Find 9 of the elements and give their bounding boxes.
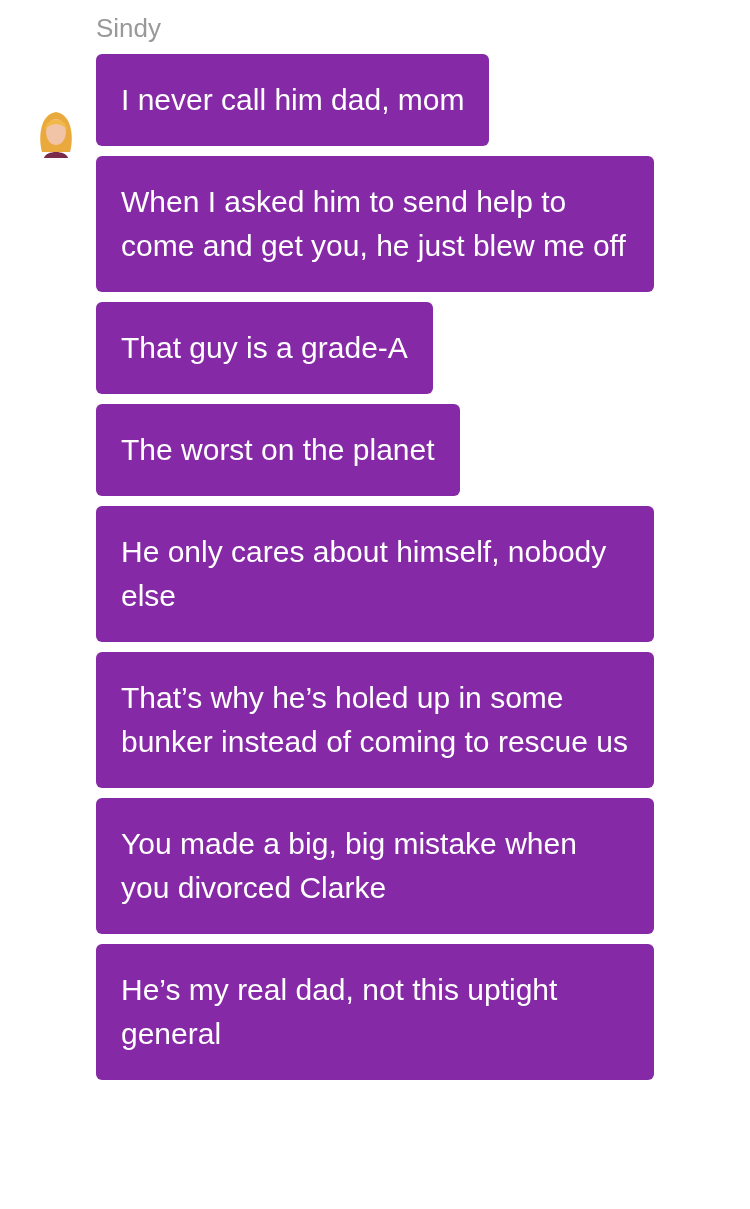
message-bubble: I never call him dad, mom: [96, 54, 490, 146]
message-bubble: He only cares about himself, nobody else: [96, 506, 654, 642]
message-bubble: He’s my real dad, not this uptight general: [96, 944, 654, 1080]
sender-name: Sindy: [96, 12, 162, 44]
message-bubble: That guy is a grade-A: [96, 302, 433, 394]
message-bubble: You made a big, big mistake when you divorced Clarke: [96, 798, 654, 934]
message-bubble: When I asked him to send help to come and get you, he just blew me off: [96, 156, 654, 292]
message-bubble: The worst on the planet: [96, 404, 460, 496]
message-bubble: That’s why he’s holed up in some bunker instead of coming to rescue us: [96, 652, 654, 788]
